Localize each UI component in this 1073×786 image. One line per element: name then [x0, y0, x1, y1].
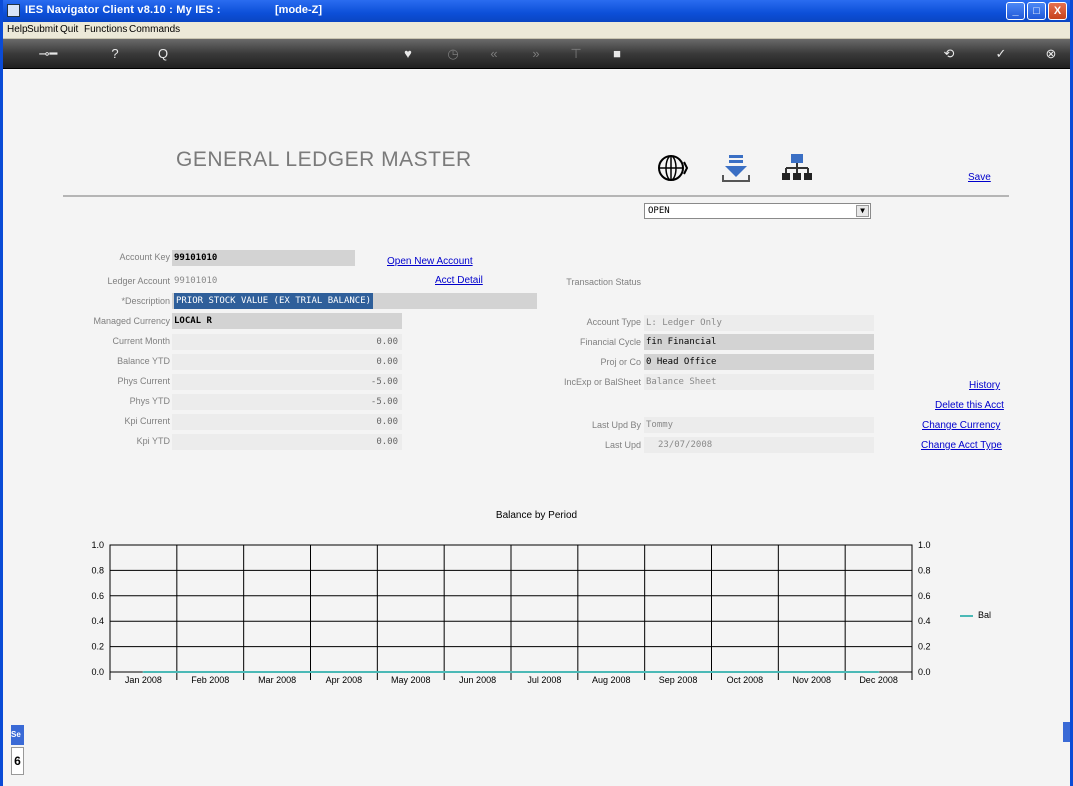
x-tick-label: May 2008 — [391, 675, 431, 685]
app-window: IES Navigator Client v8.10 : My IES : [m… — [0, 0, 1073, 786]
x-tick-label: Mar 2008 — [258, 675, 296, 685]
main-content: GENERAL LEDGER MASTER Save Open New Acco… — [3, 70, 1070, 786]
y-tick-label-right: 0.6 — [918, 591, 931, 601]
data-point — [343, 671, 345, 673]
x-tick-label: Sep 2008 — [659, 675, 698, 685]
title-bar[interactable]: IES Navigator Client v8.10 : My IES : [m… — [3, 0, 1070, 22]
balance-chart: 0.0 0.0 0.2 0.2 0.4 0.4 0.6 0.6 0.8 0.8 1.0 1.0 Jan … — [91, 540, 931, 685]
x-tick-label: Apr 2008 — [326, 675, 363, 685]
y-tick-label-left: 1.0 — [91, 540, 104, 550]
hierarchy-icon[interactable]: ⊤ — [568, 46, 584, 62]
x-tick-label: Nov 2008 — [792, 675, 831, 685]
data-point — [476, 671, 479, 673]
menu-functions[interactable]: Functions — [84, 24, 127, 35]
menu-submit[interactable]: Submit — [27, 24, 58, 35]
data-point — [610, 671, 613, 673]
data-point — [276, 671, 278, 673]
data-point — [744, 671, 746, 673]
y-tick-label-left: 0.8 — [91, 565, 104, 575]
x-tick-label: Oct 2008 — [727, 675, 764, 685]
y-tick-label-left: 0.0 — [91, 667, 104, 677]
window-mode: [mode-Z] — [275, 4, 323, 16]
x-tick-label: Jul 2008 — [527, 675, 561, 685]
menu-quit[interactable]: Quit — [60, 24, 78, 35]
heart-icon[interactable]: ♥ — [400, 46, 416, 62]
help-icon[interactable]: ? — [107, 46, 123, 62]
maximize-button[interactable]: □ — [1027, 2, 1046, 20]
toolbar: ⊸━ ? Q ♥ ◷ « » ⊤ ■ ⟲ ✓ ⊗ — [3, 39, 1070, 69]
data-point — [409, 671, 412, 673]
forward-icon[interactable]: » — [528, 46, 544, 62]
legend-label: Bal — [978, 610, 992, 620]
side-panel-field[interactable]: 6 — [11, 747, 24, 775]
stop-icon[interactable]: ■ — [609, 46, 625, 62]
y-tick-label-right: 0.8 — [918, 565, 931, 575]
close-icon[interactable]: ⊗ — [1043, 46, 1059, 62]
data-point — [543, 671, 546, 673]
data-point — [209, 671, 212, 673]
y-tick-label-right: 1.0 — [918, 540, 931, 550]
minimize-button[interactable]: _ — [1006, 2, 1025, 20]
x-tick-label: Feb 2008 — [191, 675, 229, 685]
y-tick-label-left: 0.4 — [91, 616, 104, 626]
search-icon[interactable]: Q — [155, 46, 171, 62]
y-tick-label-left: 0.6 — [91, 591, 104, 601]
legend-swatch — [960, 615, 973, 617]
right-panel-tab[interactable] — [1063, 722, 1070, 742]
x-tick-label: Dec 2008 — [859, 675, 898, 685]
app-icon — [7, 4, 20, 17]
cycle-icon[interactable]: ⟲ — [941, 46, 957, 62]
x-tick-label: Jun 2008 — [459, 675, 496, 685]
menu-bar: Help Submit Quit Functions Commands — [3, 22, 1070, 39]
data-point — [677, 671, 679, 673]
menu-help[interactable]: Help — [7, 24, 28, 35]
x-tick-label: Aug 2008 — [592, 675, 631, 685]
data-point — [142, 671, 145, 673]
side-panel-tab[interactable]: Se — [11, 725, 24, 745]
x-tick-label: Jan 2008 — [125, 675, 162, 685]
data-point — [810, 671, 813, 673]
window-title: IES Navigator Client v8.10 : My IES : — [25, 4, 221, 16]
close-button[interactable]: X — [1048, 2, 1067, 20]
menu-commands[interactable]: Commands — [129, 24, 180, 35]
back-key-icon[interactable]: ⊸━ — [33, 46, 63, 62]
check-icon[interactable]: ✓ — [993, 46, 1009, 62]
data-point — [877, 671, 880, 673]
y-tick-label-right: 0.0 — [918, 667, 931, 677]
y-tick-label-left: 0.2 — [91, 642, 104, 652]
y-tick-label-right: 0.2 — [918, 642, 931, 652]
rewind-icon[interactable]: « — [486, 46, 502, 62]
clock-icon[interactable]: ◷ — [445, 46, 461, 62]
y-tick-label-right: 0.4 — [918, 616, 931, 626]
